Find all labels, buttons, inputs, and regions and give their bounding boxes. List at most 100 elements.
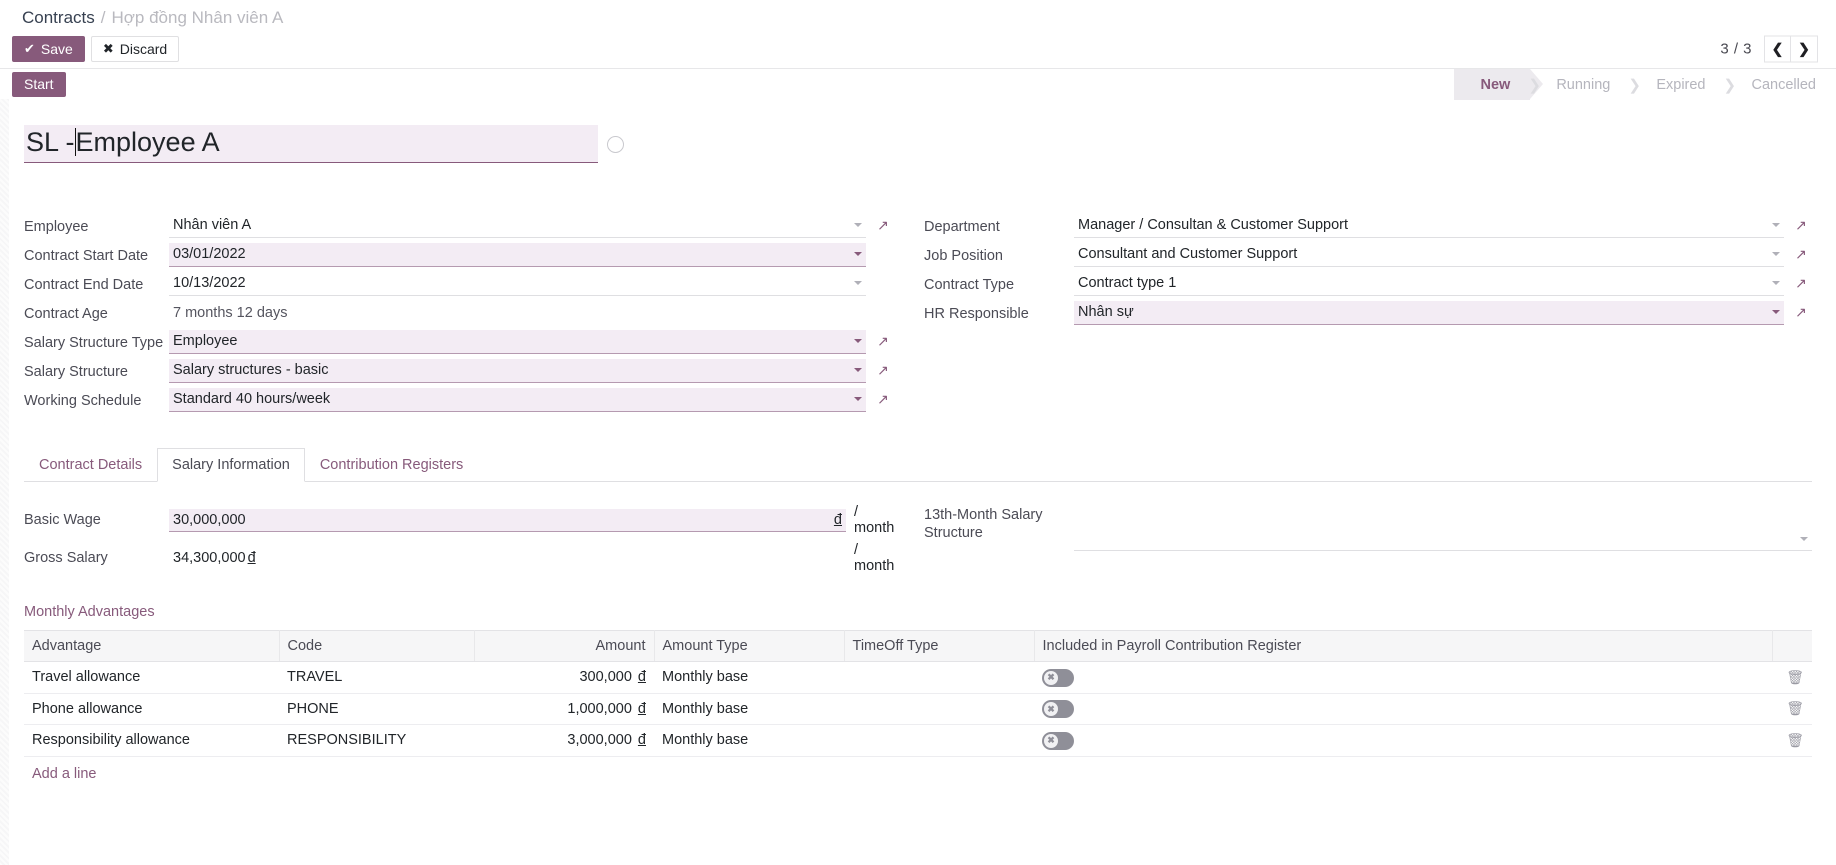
cell-timeoff-type[interactable] (844, 693, 1034, 725)
cell-amount[interactable]: 3,000,000 đ (474, 725, 654, 757)
cell-amount-type[interactable]: Monthly base (654, 725, 844, 757)
toggle-off-icon[interactable]: ✖ (1042, 669, 1074, 687)
discard-button[interactable]: ✖ Discard (91, 36, 179, 62)
field-job-position: Job Position Consultant and Customer Sup… (924, 240, 1812, 269)
contract-end-date-input[interactable]: 10/13/2022 (169, 272, 866, 296)
field-department-label: Department (924, 211, 1074, 236)
cell-included[interactable]: ✖ (1034, 662, 1772, 694)
cell-amount-type[interactable]: Monthly base (654, 662, 844, 694)
contract-name-after-caret: Employee A (76, 127, 220, 158)
tab-contribution-registers[interactable]: Contribution Registers (305, 448, 478, 482)
status-new[interactable]: ❯ New (1454, 69, 1530, 100)
status-bar: ❯ New ❯ Running ❯ Expired ❯ Cancelled (1454, 69, 1836, 100)
contract-type-input[interactable]: Contract type 1 (1074, 272, 1784, 296)
discard-button-label: Discard (120, 41, 167, 57)
table-row[interactable]: Responsibility allowance RESPONSIBILITY … (24, 725, 1812, 757)
hr-responsible-open-external-icon[interactable]: ↗ (1790, 304, 1812, 321)
field-contract-start-date: Contract Start Date 03/01/2022 (24, 240, 894, 269)
job-position-open-external-icon[interactable]: ↗ (1790, 246, 1812, 263)
working-schedule-input[interactable]: Standard 40 hours/week (169, 388, 866, 412)
column-advantage[interactable]: Advantage (24, 631, 279, 662)
salary-structure-type-open-external-icon[interactable]: ↗ (872, 333, 894, 350)
cell-advantage[interactable]: Phone allowance (24, 693, 279, 725)
table-header: Advantage Code Amount Amount Type TimeOf… (24, 631, 1812, 662)
pager: 3 / 3 ❮ ❯ (1720, 36, 1818, 63)
employee-open-external-icon[interactable]: ↗ (872, 217, 894, 234)
working-schedule-open-external-icon[interactable]: ↗ (872, 391, 894, 408)
cell-delete[interactable]: 🗑 (1772, 662, 1812, 694)
field-13th-month-salary-structure-label: 13th-Month Salary Structure (924, 504, 1074, 574)
contract-name-input[interactable]: SL - Employee A (24, 125, 598, 163)
column-timeoff-type[interactable]: TimeOff Type (844, 631, 1034, 662)
trash-icon[interactable]: 🗑 (1786, 732, 1804, 748)
field-contract-age-label: Contract Age (24, 298, 169, 323)
chevron-right-icon: ❯ (1528, 76, 1541, 94)
toggle-off-icon[interactable]: ✖ (1042, 732, 1074, 750)
salary-structure-type-value: Employee (173, 333, 237, 349)
salary-structure-open-external-icon[interactable]: ↗ (872, 362, 894, 379)
start-button[interactable]: Start (12, 72, 66, 97)
tab-contract-details[interactable]: Contract Details (24, 448, 157, 482)
cell-timeoff-type[interactable] (844, 662, 1034, 694)
chevron-down-icon (854, 252, 862, 256)
cell-amount[interactable]: 1,000,000 đ (474, 693, 654, 725)
table-row[interactable]: Travel allowance TRAVEL 300,000 đ Monthl… (24, 662, 1812, 694)
cell-amount[interactable]: 300,000 đ (474, 662, 654, 694)
employee-value: Nhân viên A (173, 217, 251, 233)
basic-wage-suffix: / month (846, 504, 894, 536)
form-sheet: SL - Employee A Employee Nhân viên A ↗ (0, 99, 1836, 782)
basic-wage-input[interactable]: 30,000,000 đ (169, 509, 846, 532)
pager-previous-button[interactable]: ❮ (1764, 36, 1791, 63)
scroll-gutter (0, 99, 9, 865)
hr-responsible-input[interactable]: Nhân sự (1074, 301, 1784, 325)
employee-input[interactable]: Nhân viên A (169, 214, 866, 238)
chevron-down-icon (1772, 223, 1780, 227)
cell-amount-value: 300,000 (579, 669, 631, 685)
hr-responsible-value: Nhân sự (1078, 304, 1134, 320)
save-button[interactable]: ✔ Save (12, 36, 85, 62)
cell-amount-currency: đ (638, 732, 646, 748)
add-a-line-button[interactable]: Add a line (24, 757, 105, 782)
chevron-down-icon (1800, 537, 1808, 541)
job-position-input[interactable]: Consultant and Customer Support (1074, 243, 1784, 267)
column-amount[interactable]: Amount (474, 631, 654, 662)
breadcrumb-root[interactable]: Contracts (22, 8, 95, 28)
cell-included[interactable]: ✖ (1034, 693, 1772, 725)
control-panel: ✔ Save ✖ Discard 3 / 3 ❮ ❯ (0, 30, 1836, 68)
cell-advantage[interactable]: Travel allowance (24, 662, 279, 694)
tab-salary-information[interactable]: Salary Information (157, 448, 305, 482)
cell-delete[interactable]: 🗑 (1772, 725, 1812, 757)
salary-structure-type-input[interactable]: Employee (169, 330, 866, 354)
cell-code[interactable]: TRAVEL (279, 662, 474, 694)
record-status-dot[interactable] (607, 136, 624, 153)
toggle-knob: ✖ (1044, 702, 1058, 716)
contract-start-date-input[interactable]: 03/01/2022 (169, 243, 866, 267)
column-included-in-payroll-contribution-register[interactable]: Included in Payroll Contribution Registe… (1034, 631, 1772, 662)
cell-included[interactable]: ✖ (1034, 725, 1772, 757)
column-code[interactable]: Code (279, 631, 474, 662)
start-button-label: Start (24, 76, 54, 92)
cell-timeoff-type[interactable] (844, 725, 1034, 757)
field-salary-structure: Salary Structure Salary structures - bas… (24, 356, 894, 385)
pager-next-button[interactable]: ❯ (1791, 36, 1818, 63)
chevron-down-icon (1772, 252, 1780, 256)
status-cancelled[interactable]: ❯ Cancelled (1726, 69, 1836, 100)
column-amount-type[interactable]: Amount Type (654, 631, 844, 662)
13th-month-salary-structure-input[interactable] (1074, 528, 1812, 551)
field-contract-age: Contract Age 7 months 12 days (24, 298, 894, 327)
cell-advantage[interactable]: Responsibility allowance (24, 725, 279, 757)
status-running[interactable]: ❯ Running (1530, 69, 1630, 100)
status-expired[interactable]: ❯ Expired (1630, 69, 1725, 100)
cell-delete[interactable]: 🗑 (1772, 693, 1812, 725)
toggle-off-icon[interactable]: ✖ (1042, 700, 1074, 718)
department-input[interactable]: Manager / Consultan & Customer Support (1074, 214, 1784, 238)
salary-structure-input[interactable]: Salary structures - basic (169, 359, 866, 383)
trash-icon[interactable]: 🗑 (1786, 700, 1804, 716)
table-row[interactable]: Phone allowance PHONE 1,000,000 đ Monthl… (24, 693, 1812, 725)
department-open-external-icon[interactable]: ↗ (1790, 217, 1812, 234)
cell-code[interactable]: RESPONSIBILITY (279, 725, 474, 757)
cell-code[interactable]: PHONE (279, 693, 474, 725)
trash-icon[interactable]: 🗑 (1786, 669, 1804, 685)
contract-type-open-external-icon[interactable]: ↗ (1790, 275, 1812, 292)
cell-amount-type[interactable]: Monthly base (654, 693, 844, 725)
